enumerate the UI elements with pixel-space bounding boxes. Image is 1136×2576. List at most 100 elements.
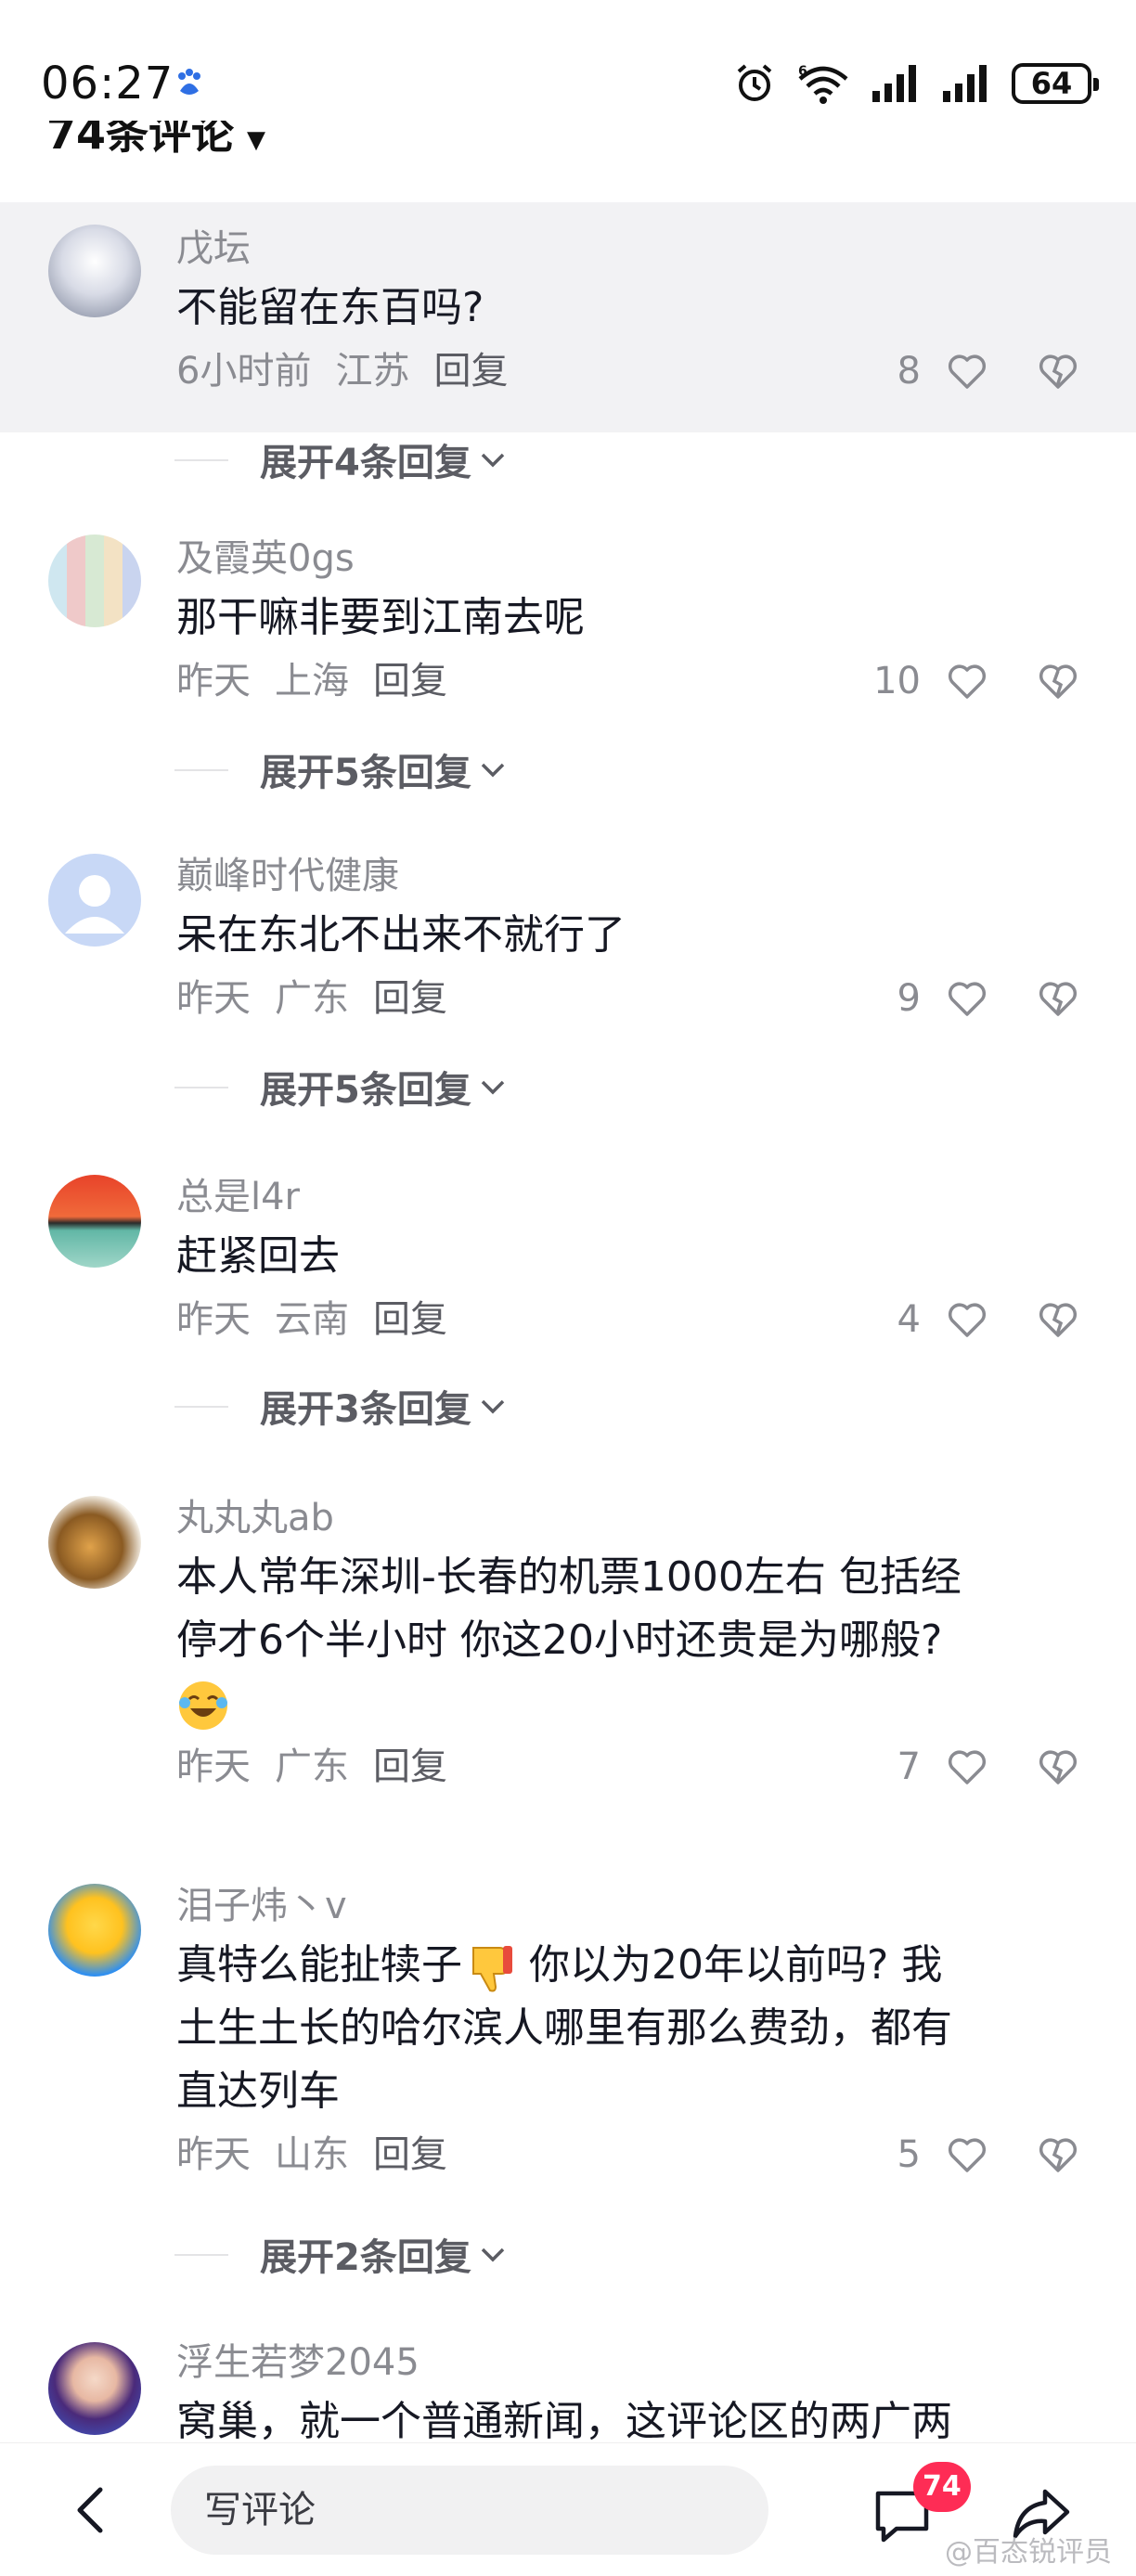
comment-location: 上海 xyxy=(275,660,349,702)
chevron-down-icon xyxy=(481,763,505,778)
comment-item[interactable]: 巅峰时代健康 呆在东北不出来不就行了 昨天 广东 回复 9 xyxy=(0,843,1136,1073)
comment-meta: 6小时前 江苏 回复 8 xyxy=(176,343,1080,399)
expand-replies-label: 展开5条回复 xyxy=(260,1069,471,1112)
reply-button[interactable]: 回复 xyxy=(373,977,447,1020)
comments-count-title[interactable]: 74条评论 ▼ xyxy=(46,121,265,161)
avatar[interactable] xyxy=(48,535,141,627)
comment-time: 6小时前 xyxy=(176,350,312,393)
comment-item[interactable]: 丸丸丸ab 本人常年深圳-长春的机票1000左右 包括经 停才6个半小时 你这2… xyxy=(0,1485,1136,1845)
comment-username[interactable]: 浮生若梦2045 xyxy=(176,2337,1080,2389)
chevron-down-icon xyxy=(481,453,505,468)
comment-username[interactable]: 戊坛 xyxy=(176,223,1080,275)
like-group: 10 xyxy=(873,653,1080,709)
divider-line xyxy=(174,2254,228,2256)
comment-text: 本人常年深圳-长春的机票1000左右 包括经 停才6个半小时 你这20小时还贵是… xyxy=(176,1546,1080,1735)
comment-location: 江苏 xyxy=(335,350,410,393)
comment-meta: 昨天 广东 回复 7 xyxy=(176,1739,1080,1795)
broken-heart-icon[interactable] xyxy=(1036,2132,1080,2177)
broken-heart-icon[interactable] xyxy=(1036,659,1080,703)
comment-meta: 昨天 山东 回复 5 xyxy=(176,2127,1080,2183)
broken-heart-icon[interactable] xyxy=(1036,1745,1080,1789)
comment-username[interactable]: 及霞英0gs xyxy=(176,533,1080,585)
like-count: 4 xyxy=(897,1298,921,1341)
comment-item[interactable]: 总是l4r 赶紧回去 昨天 云南 回复 4 xyxy=(0,1164,1136,1394)
avatar[interactable] xyxy=(48,1496,141,1589)
broken-heart-icon[interactable] xyxy=(1036,976,1080,1021)
heart-icon[interactable] xyxy=(945,349,989,393)
chevron-down-icon xyxy=(481,2248,505,2262)
like-group: 5 xyxy=(897,2127,1080,2183)
chevron-down-icon xyxy=(481,1399,505,1414)
comment-location: 云南 xyxy=(275,1298,349,1341)
comment-username[interactable]: 巅峰时代健康 xyxy=(176,850,1080,902)
comment-text: 不能留在东百吗? xyxy=(176,284,484,331)
like-group: 7 xyxy=(897,1739,1080,1795)
comment-username[interactable]: 丸丸丸ab xyxy=(176,1492,1080,1544)
comment-meta: 昨天 广东 回复 9 xyxy=(176,971,1080,1026)
comment-location: 山东 xyxy=(275,2133,349,2176)
heart-icon[interactable] xyxy=(945,1745,989,1789)
comment-username[interactable]: 泪子炜丶v xyxy=(176,1880,1080,1932)
expand-replies-label: 展开2条回复 xyxy=(260,2236,471,2279)
broken-heart-icon[interactable] xyxy=(1036,1297,1080,1342)
avatar[interactable] xyxy=(48,854,141,947)
comment-item[interactable]: 泪子炜丶v 真特么能扯犊子 你以为20年以前吗? 我 土生土长的哈尔滨人哪里有那… xyxy=(0,1874,1136,2235)
expand-replies-label: 展开5条回复 xyxy=(260,752,471,794)
heart-icon[interactable] xyxy=(945,2132,989,2177)
divider-line xyxy=(174,1406,228,1408)
watermark: @百态锐评员 xyxy=(945,2536,1112,2569)
divider-line xyxy=(174,459,228,461)
clock: 06:27 xyxy=(41,58,174,109)
expand-replies-label: 展开3条回复 xyxy=(260,1388,471,1431)
write-comment-input[interactable]: 写评论 xyxy=(171,2466,768,2555)
heart-icon[interactable] xyxy=(945,976,989,1021)
avatar[interactable] xyxy=(48,1884,141,1977)
avatar[interactable] xyxy=(48,2342,141,2435)
expand-replies-button[interactable]: 展开3条回复 xyxy=(174,1383,509,1431)
wifi-icon: 6 xyxy=(798,64,848,104)
like-count: 7 xyxy=(897,1745,921,1788)
comment-list: 戊坛 不能留在东百吗? 6小时前 江苏 回复 8 展开4条回复 及霞英0gs 那干嘛… xyxy=(0,202,1136,2481)
default-avatar-icon xyxy=(65,875,124,934)
expand-replies-button[interactable]: 展开5条回复 xyxy=(174,746,509,794)
expand-replies-button[interactable]: 展开2条回复 xyxy=(174,2231,509,2279)
comment-text-line: 土生土长的哈尔滨人哪里有那么费劲，都有 xyxy=(176,2004,952,2052)
comment-time: 昨天 xyxy=(176,977,251,1020)
comment-text-part: 真特么能扯犊子 xyxy=(176,1941,462,1989)
back-arrow-icon[interactable] xyxy=(63,2480,123,2540)
avatar[interactable] xyxy=(48,1175,141,1268)
comment-text-line: 直达列车 xyxy=(176,2067,340,2115)
signal-icon-1 xyxy=(872,65,916,102)
thumbs-down-emoji-icon xyxy=(472,1946,512,1992)
comment-text: 呆在东北不出来不就行了 xyxy=(176,911,626,959)
comment-username[interactable]: 总是l4r xyxy=(176,1171,1080,1223)
reply-button[interactable]: 回复 xyxy=(373,1745,447,1788)
divider-line xyxy=(174,1087,228,1088)
reply-button[interactable]: 回复 xyxy=(373,2133,447,2176)
like-count: 8 xyxy=(897,350,921,393)
alarm-icon xyxy=(737,64,772,101)
divider-line xyxy=(174,769,228,771)
heart-icon[interactable] xyxy=(945,659,989,703)
network-label: 6 xyxy=(798,64,807,79)
comment-text: 真特么能扯犊子 你以为20年以前吗? 我 土生土长的哈尔滨人哪里有那么费劲，都有… xyxy=(176,1934,1080,2123)
reply-button[interactable]: 回复 xyxy=(373,1298,447,1341)
comment-item[interactable]: 戊坛 不能留在东百吗? 6小时前 江苏 回复 8 xyxy=(0,202,1136,432)
expand-replies-button[interactable]: 展开4条回复 xyxy=(174,436,509,484)
comment-text: 赶紧回去 xyxy=(176,1232,340,1280)
battery-indicator: 64 xyxy=(1012,63,1099,104)
comment-text-line: 本人常年深圳-长春的机票1000左右 包括经 xyxy=(176,1553,962,1601)
heart-icon[interactable] xyxy=(945,1297,989,1342)
reply-button[interactable]: 回复 xyxy=(433,350,508,393)
broken-heart-icon[interactable] xyxy=(1036,349,1080,393)
signal-icon-2 xyxy=(943,65,987,102)
reply-button[interactable]: 回复 xyxy=(373,660,447,702)
comment-time: 昨天 xyxy=(176,660,251,702)
expand-replies-label: 展开4条回复 xyxy=(260,442,471,484)
comment-text-line: 停才6个半小时 你这20小时还贵是为哪般? xyxy=(176,1616,943,1664)
comment-item[interactable]: 及霞英0gs 那干嘛非要到江南去呢 昨天 上海 回复 10 xyxy=(0,522,1136,752)
comment-text-part: 你以为20年以前吗? 我 xyxy=(516,1941,943,1989)
expand-replies-button[interactable]: 展开5条回复 xyxy=(174,1063,509,1112)
comment-meta: 昨天 云南 回复 4 xyxy=(176,1292,1080,1347)
avatar[interactable] xyxy=(48,225,141,317)
